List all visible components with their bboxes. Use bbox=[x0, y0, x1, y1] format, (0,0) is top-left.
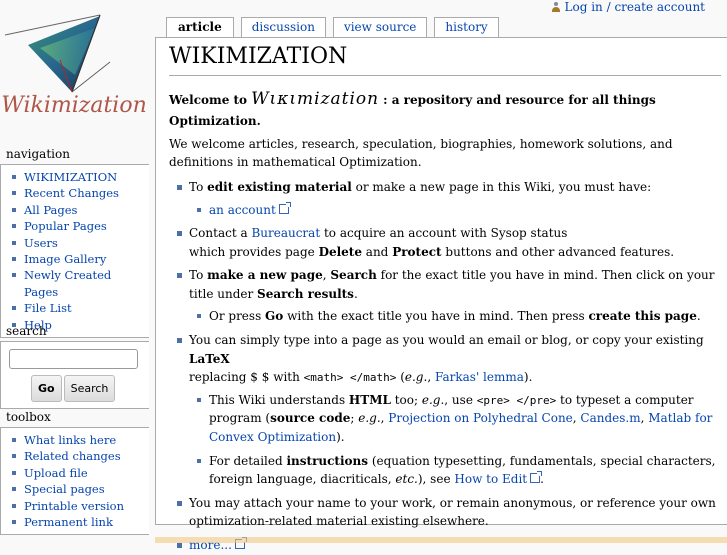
sidebar-item-wikimization[interactable]: WIKIMIZATION bbox=[12, 169, 145, 185]
toolbox-item-permanent-link[interactable]: Permanent link bbox=[12, 514, 145, 530]
list-item: For detailed instructions (equation type… bbox=[197, 452, 721, 489]
list-item: To make a new page, Search for the exact… bbox=[177, 266, 721, 326]
page-title: WIKIMIZATION bbox=[169, 42, 721, 76]
sidebar-item-image-gallery[interactable]: Image Gallery bbox=[12, 251, 145, 267]
list-item: To edit existing material or make a new … bbox=[177, 178, 721, 220]
site-logo[interactable]: Wikimization bbox=[0, 0, 150, 135]
search-button[interactable]: Search bbox=[63, 375, 116, 402]
toolbox-heading: toolbox bbox=[6, 410, 51, 424]
login-link[interactable]: Log in / create account bbox=[565, 0, 705, 14]
candes-link[interactable]: Candes.m bbox=[580, 411, 640, 425]
tab-discussion[interactable]: discussion bbox=[240, 17, 326, 37]
list-item: Contact a Bureaucrat to acquire an accou… bbox=[177, 224, 721, 261]
welcome-script: Wικιmization bbox=[251, 88, 380, 109]
how-to-edit-link[interactable]: How to Edit bbox=[454, 472, 527, 486]
sidebar-item-users[interactable]: Users bbox=[12, 235, 145, 251]
bureaucrat-link[interactable]: Bureaucrat bbox=[251, 226, 320, 240]
sidebar-item-recent-changes[interactable]: Recent Changes bbox=[12, 185, 145, 201]
logo-text: Wikimization bbox=[1, 93, 147, 118]
toolbox-item-related-changes[interactable]: Related changes bbox=[12, 448, 145, 464]
list-item: This Wiki understands HTML too; e.g., us… bbox=[197, 391, 721, 447]
footer-bar bbox=[155, 537, 727, 543]
search-input[interactable] bbox=[9, 349, 138, 369]
tab-history[interactable]: history bbox=[434, 17, 499, 37]
toolbox-item-what-links-here[interactable]: What links here bbox=[12, 432, 145, 448]
list-item: an account bbox=[197, 201, 721, 220]
projection-link[interactable]: Projection on Polyhedral Cone bbox=[388, 411, 573, 425]
navigation-heading: navigation bbox=[6, 147, 70, 161]
list-item: You can simply type into a page as you w… bbox=[177, 331, 721, 489]
welcome-line: Welcome to Wικιmization: a repository and… bbox=[169, 86, 721, 131]
content-area: WIKIMIZATION Welcome to Wικιmization: a r… bbox=[155, 37, 727, 552]
tab-view-source[interactable]: view source bbox=[332, 17, 428, 37]
user-icon bbox=[551, 2, 561, 12]
sidebar-item-newly-created-pages[interactable]: Newly Created Pages bbox=[12, 267, 145, 300]
list-item: Or press Go with the exact title you hav… bbox=[197, 307, 721, 326]
welcome-prefix: Welcome to bbox=[169, 92, 248, 107]
personal-tools: Log in / create account bbox=[551, 0, 705, 14]
toolbox-list: What links here Related changes Upload f… bbox=[6, 432, 145, 530]
list-item: You may attach your name to your work, o… bbox=[177, 494, 721, 531]
main-list: To edit existing material or make a new … bbox=[169, 178, 721, 555]
sidebar-item-all-pages[interactable]: All Pages bbox=[12, 202, 145, 218]
intro-text: We welcome articles, research, speculati… bbox=[169, 136, 673, 170]
account-link[interactable]: an account bbox=[209, 203, 276, 217]
navigation-list: WIKIMIZATION Recent Changes All Pages Po… bbox=[6, 169, 145, 333]
external-link-icon bbox=[530, 471, 543, 484]
external-link-icon bbox=[278, 201, 291, 214]
sidebar-item-file-list[interactable]: File List bbox=[12, 300, 145, 316]
sidebar-item-popular-pages[interactable]: Popular Pages bbox=[12, 218, 145, 234]
toolbox-item-printable-version[interactable]: Printable version bbox=[12, 498, 145, 514]
toolbox-item-upload-file[interactable]: Upload file bbox=[12, 465, 145, 481]
toolbox-portlet: toolbox What links here Related changes … bbox=[0, 410, 149, 536]
farkas-lemma-link[interactable]: Farkas' lemma bbox=[435, 370, 524, 384]
page-tabs: article discussion view source history bbox=[166, 17, 506, 38]
toolbox-item-special-pages[interactable]: Special pages bbox=[12, 481, 145, 497]
go-button[interactable]: Go bbox=[31, 375, 62, 402]
search-heading: search bbox=[6, 324, 47, 338]
tab-article[interactable]: article bbox=[166, 17, 234, 38]
search-portlet: search Go Search bbox=[0, 324, 149, 409]
logo-graphic: Wikimization bbox=[1, 14, 147, 118]
navigation-portlet: navigation WIKIMIZATION Recent Changes A… bbox=[0, 147, 149, 339]
